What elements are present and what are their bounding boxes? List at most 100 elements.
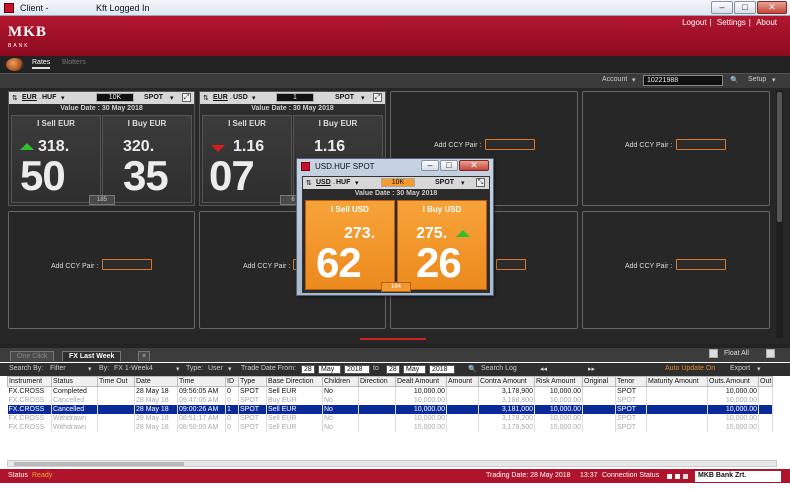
col-out[interactable]: Out [757, 376, 774, 387]
popup-maximize-icon[interactable]: □ [440, 160, 458, 171]
table-row[interactable]: FX.CROSS Withdrawn 28 May 18 08:50:00 AM 0 SP… [7, 422, 774, 432]
swap-icon[interactable]: ⇅ [203, 94, 209, 102]
pair-dropdown-icon[interactable]: ▾ [355, 179, 359, 187]
col-date[interactable]: Date [134, 376, 178, 387]
swap-icon[interactable]: ⇅ [306, 179, 312, 187]
tab-rates[interactable]: Rates [32, 59, 51, 69]
export-menu[interactable]: Export [730, 365, 750, 372]
search-log-icon[interactable]: 🔍 [468, 365, 477, 373]
pair-base[interactable]: USD [316, 179, 331, 186]
tenor-dropdown-icon[interactable]: ▾ [461, 179, 465, 187]
pair-base[interactable]: EUR [22, 94, 37, 101]
setup-dropdown-icon[interactable]: ▾ [772, 76, 776, 84]
detach-icon[interactable]: ⤢ [373, 93, 382, 102]
col-original[interactable]: Original [582, 376, 616, 387]
popup-close-icon[interactable]: ✕ [459, 160, 489, 171]
float-all-button[interactable]: Float All [724, 350, 749, 357]
table-row[interactable]: FX.CROSS Cancelled 28 May 18 09:47:06 AM 0 SP… [7, 395, 774, 405]
col-status[interactable]: Status [51, 376, 98, 387]
add-ccy-input[interactable] [496, 259, 526, 270]
buy-side-button[interactable]: I Buy USD 275. 26 [397, 200, 487, 290]
settings-link[interactable]: Settings [717, 18, 746, 27]
table-row[interactable]: FX.CROSS Withdrawn 28 May 18 08:51:17 AM 0 SP… [7, 413, 774, 423]
pair-quote[interactable]: HUF [336, 179, 350, 186]
export-dropdown-icon[interactable]: ▾ [757, 365, 761, 373]
filter-select[interactable]: Filter [50, 365, 66, 372]
to-month-input[interactable]: May [403, 365, 426, 374]
account-dropdown-icon[interactable]: ▾ [632, 76, 636, 84]
next-page-icon[interactable]: ▸▸ [588, 365, 595, 373]
sell-side-button[interactable]: I Sell EUR 318. 50 [11, 115, 101, 203]
tenor-select[interactable]: SPOT [144, 94, 163, 101]
auto-update-toggle[interactable]: Auto Update On [665, 365, 715, 372]
detach-icon[interactable]: ⤢ [182, 93, 191, 102]
by-select[interactable]: FX 1-Week4 [114, 365, 153, 372]
by-dropdown-icon[interactable]: ▾ [176, 365, 180, 373]
account-input[interactable]: 10221988 [643, 75, 723, 86]
col-time-out[interactable]: Time Out [97, 376, 135, 387]
table-row-selected[interactable]: FX.CROSS Cancelled 28 May 18 09:00:26 AM 1 SP… [7, 404, 774, 414]
add-ccy-input[interactable] [676, 139, 726, 150]
buy-side-button[interactable]: I Buy EUR 320. 35 [102, 115, 192, 203]
sell-side-button[interactable]: I Sell USD 273. 62 [305, 200, 395, 290]
col-direction[interactable]: Direction [358, 376, 396, 387]
filter-dropdown-icon[interactable]: ▾ [88, 365, 92, 373]
col-id[interactable]: ID [225, 376, 239, 387]
about-link[interactable]: About [756, 18, 777, 27]
add-ccy-input[interactable] [102, 259, 152, 270]
rates-scrollbar[interactable] [776, 90, 783, 338]
logout-link[interactable]: Logout [682, 18, 706, 27]
tenor-select[interactable]: SPOT [335, 94, 354, 101]
prev-page-icon[interactable]: ◂◂ [540, 365, 547, 373]
add-ccy-input[interactable] [485, 139, 535, 150]
search-log-button[interactable]: Search Log [481, 365, 517, 372]
col-base-direction[interactable]: Base Direction [266, 376, 323, 387]
tab-fx-last-week[interactable]: FX Last Week [62, 351, 122, 361]
col-instrument[interactable]: Instrument [7, 376, 52, 387]
tenor-dropdown-icon[interactable]: ▾ [361, 94, 365, 102]
col-maturity-amount[interactable]: Maturity Amount [646, 376, 708, 387]
col-children[interactable]: Children [322, 376, 359, 387]
close-icon[interactable]: ✕ [757, 1, 787, 14]
tenor-select[interactable]: SPOT [435, 179, 454, 186]
from-month-input[interactable]: May [318, 365, 341, 374]
tab-close-icon[interactable]: × [138, 351, 151, 361]
add-ccy-input[interactable] [676, 259, 726, 270]
maximize-blotter-icon[interactable] [766, 349, 775, 358]
col-dealt-amount[interactable]: Dealt Amount [395, 376, 447, 387]
type-select[interactable]: User [208, 365, 223, 372]
amount-input[interactable]: 10K [381, 178, 415, 187]
blotter-horizontal-scrollbar[interactable] [7, 460, 777, 467]
col-risk-amount[interactable]: Risk Amount [534, 376, 583, 387]
table-row[interactable]: FX.CROSS Completed 28 May 18 09:56:05 AM 0 SP… [7, 386, 774, 396]
col-tenor[interactable]: Tenor [615, 376, 647, 387]
col-time[interactable]: Time [177, 376, 226, 387]
float-icon[interactable] [709, 349, 718, 358]
pair-base[interactable]: EUR [213, 94, 228, 101]
tab-one-click[interactable]: One Click [10, 351, 55, 361]
from-day-input[interactable]: 28 [301, 365, 315, 374]
to-year-input[interactable]: 2018 [429, 365, 455, 374]
from-year-input[interactable]: 2018 [344, 365, 370, 374]
pair-dropdown-icon[interactable]: ▾ [252, 94, 256, 102]
col-contra-amount[interactable]: Contra Amount [478, 376, 535, 387]
to-day-input[interactable]: 28 [386, 365, 400, 374]
pair-quote[interactable]: USD [233, 94, 248, 101]
col-amount[interactable]: Amount [446, 376, 479, 387]
amount-input[interactable]: 10K [96, 93, 134, 102]
swap-icon[interactable]: ⇅ [12, 94, 18, 102]
tenor-dropdown-icon[interactable]: ▾ [170, 94, 174, 102]
sell-side-button[interactable]: I Sell EUR 1.16 07 [202, 115, 292, 203]
dock-icon[interactable]: ⤡ [476, 178, 485, 187]
col-outs-amount[interactable]: Outs.Amount [707, 376, 759, 387]
search-icon[interactable]: 🔍 [730, 76, 739, 84]
col-type[interactable]: Type [238, 376, 267, 387]
minimize-icon[interactable]: – [711, 1, 733, 14]
maximize-icon[interactable]: □ [734, 1, 756, 14]
type-dropdown-icon[interactable]: ▾ [228, 365, 232, 373]
amount-input[interactable]: 1 [276, 93, 314, 102]
pair-quote[interactable]: HUF [42, 94, 56, 101]
pair-dropdown-icon[interactable]: ▾ [61, 94, 65, 102]
tab-blotters[interactable]: Blotters [62, 59, 86, 66]
setup-menu[interactable]: Setup [748, 76, 766, 83]
